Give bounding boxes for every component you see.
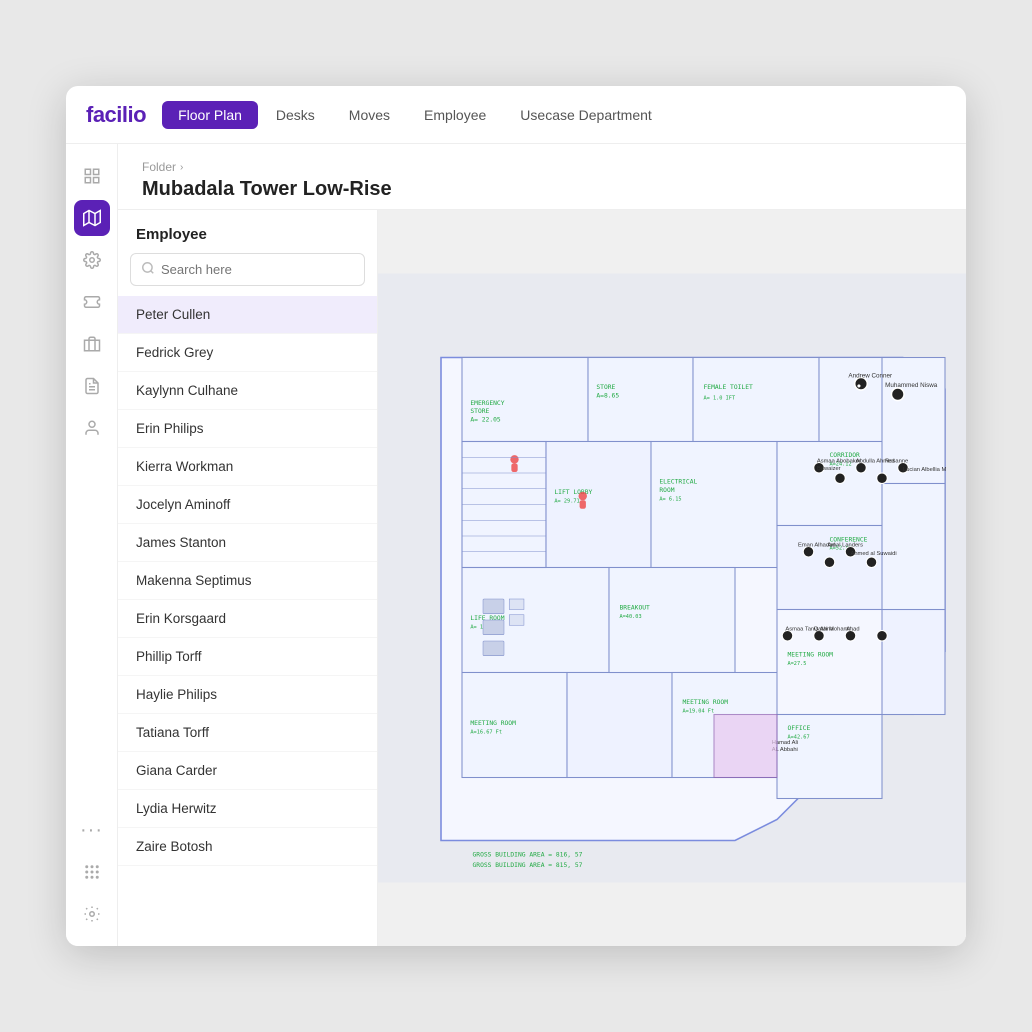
svg-text:ROOM: ROOM <box>659 487 674 494</box>
svg-text:OFFICE: OFFICE <box>788 725 811 732</box>
employee-list-item[interactable]: Kaylynn Culhane <box>118 372 377 410</box>
nav-tab-usecase-department[interactable]: Usecase Department <box>504 101 668 129</box>
svg-text:Andrew Conner: Andrew Conner <box>848 372 892 379</box>
svg-text:Bawaizer: Bawaizer <box>817 466 841 472</box>
person-icon[interactable] <box>74 410 110 446</box>
employee-list-item[interactable]: Lydia Herwitz <box>118 790 377 828</box>
svg-text:A= 1.0 IFT: A= 1.0 IFT <box>704 396 736 402</box>
svg-text:Ahmed al Suwaidi: Ahmed al Suwaidi <box>851 551 897 557</box>
nav-tab-employee[interactable]: Employee <box>408 101 502 129</box>
employee-list-item[interactable]: Erin Korsgaard <box>118 600 377 638</box>
page-title: Mubadala Tower Low-Rise <box>142 178 942 201</box>
svg-text:FEMALE TOILET: FEMALE TOILET <box>704 384 753 391</box>
employee-list-item[interactable]: Zaire Botosh <box>118 828 377 866</box>
map-icon[interactable] <box>74 200 110 236</box>
employee-list-item[interactable]: Kierra Workman <box>118 448 377 486</box>
employee-list-item[interactable]: Tatiana Torff <box>118 714 377 752</box>
list-doc-icon[interactable] <box>74 368 110 404</box>
svg-text:BREAKOUT: BREAKOUT <box>620 605 651 612</box>
employee-list-item[interactable]: Peter Cullen <box>118 296 377 334</box>
content-header: Folder › Mubadala Tower Low-Rise <box>118 144 966 210</box>
svg-text:GROSS BUILDING AREA = 816, 57: GROSS BUILDING AREA = 816, 57 <box>473 851 583 858</box>
svg-text:Amal Landers: Amal Landers <box>827 543 863 549</box>
svg-text:EMERGENCY: EMERGENCY <box>470 400 504 407</box>
svg-text:A=27.5: A=27.5 <box>788 661 807 667</box>
svg-text:A=40.03: A=40.03 <box>620 614 642 620</box>
svg-text:MEETING ROOM: MEETING ROOM <box>470 720 516 727</box>
svg-text:Rosanne: Rosanne <box>885 459 908 465</box>
nav-tab-floor-plan[interactable]: Floor Plan <box>162 101 258 129</box>
panel-title: Employee <box>118 210 377 253</box>
svg-text:Muhammed Niswa: Muhammed Niswa <box>885 382 938 389</box>
svg-text:Lucian Albellia M: Lucian Albellia M <box>903 467 946 473</box>
svg-text:A= 6.15: A= 6.15 <box>659 496 681 502</box>
employee-list-item[interactable]: Giana Carder <box>118 752 377 790</box>
breadcrumb-chevron: › <box>180 162 183 173</box>
employee-list-item[interactable]: Fedrick Grey <box>118 334 377 372</box>
grid-icon[interactable] <box>74 158 110 194</box>
split-view: Employee Peter CullenFedrick GreyKaylynn… <box>118 210 966 946</box>
svg-text:A= 22.05: A= 22.05 <box>470 417 501 424</box>
search-input[interactable] <box>161 262 354 277</box>
svg-text:LIFT LOBBY: LIFT LOBBY <box>554 489 592 496</box>
svg-text:MEETING ROOM: MEETING ROOM <box>683 699 729 706</box>
employee-list-item[interactable]: James Stanton <box>118 524 377 562</box>
gear-settings-icon[interactable] <box>74 896 110 932</box>
floor-plan-area: EMERGENCY STORE A= 22.05 STORE A=8.65 FE… <box>378 210 966 946</box>
employee-list-item[interactable]: Jocelyn Aminoff <box>118 486 377 524</box>
sidebar: ··· <box>66 144 118 946</box>
employee-list-item[interactable]: Phillip Torff <box>118 638 377 676</box>
search-icon <box>141 261 155 278</box>
ticket-icon[interactable] <box>74 284 110 320</box>
nav-tabs: Floor PlanDesksMovesEmployeeUsecase Depa… <box>162 101 668 129</box>
search-box[interactable] <box>130 253 365 286</box>
employee-list-item[interactable]: Erin Philips <box>118 410 377 448</box>
app-logo: facilio <box>86 102 146 128</box>
svg-text:ELECTRICAL: ELECTRICAL <box>659 479 697 486</box>
svg-text:STORE: STORE <box>596 384 615 391</box>
settings-cog-icon[interactable] <box>74 242 110 278</box>
svg-text:Al...: Al... <box>846 627 856 633</box>
main-body: ··· Folder › Mubadala Tower Low-Rise <box>66 144 966 946</box>
svg-text:MEETING ROOM: MEETING ROOM <box>788 652 834 659</box>
employee-list-item[interactable]: Haylie Philips <box>118 676 377 714</box>
nav-tab-desks[interactable]: Desks <box>260 101 331 129</box>
employee-panel: Employee Peter CullenFedrick GreyKaylynn… <box>118 210 378 946</box>
employee-list-item[interactable]: Makenna Septimus <box>118 562 377 600</box>
app-container: facilio Floor PlanDesksMovesEmployeeUsec… <box>66 86 966 946</box>
svg-text:STORE: STORE <box>470 408 489 415</box>
svg-text:●: ● <box>857 381 861 390</box>
svg-text:A=8.65: A=8.65 <box>596 392 619 399</box>
svg-text:A= 29.71: A= 29.71 <box>554 498 579 504</box>
top-nav: facilio Floor PlanDesksMovesEmployeeUsec… <box>66 86 966 144</box>
building-icon[interactable] <box>74 326 110 362</box>
more-options-icon[interactable]: ··· <box>74 813 109 848</box>
apps-grid-icon[interactable] <box>74 854 110 890</box>
breadcrumb: Folder › <box>142 160 942 174</box>
breadcrumb-folder: Folder <box>142 160 176 174</box>
svg-text:A=16.67 Ft: A=16.67 Ft <box>470 729 502 735</box>
svg-text:Asmaa Abobaker: Asmaa Abobaker <box>817 459 861 465</box>
svg-text:A=19.04 Ft: A=19.04 Ft <box>683 708 715 714</box>
nav-tab-moves[interactable]: Moves <box>333 101 406 129</box>
employee-list: Peter CullenFedrick GreyKaylynn CulhaneE… <box>118 296 377 946</box>
floor-plan-svg: EMERGENCY STORE A= 22.05 STORE A=8.65 FE… <box>378 210 966 946</box>
content-area: Folder › Mubadala Tower Low-Rise Employe… <box>118 144 966 946</box>
svg-text:GROSS BUILDING AREA = 815, 57: GROSS BUILDING AREA = 815, 57 <box>473 862 583 869</box>
